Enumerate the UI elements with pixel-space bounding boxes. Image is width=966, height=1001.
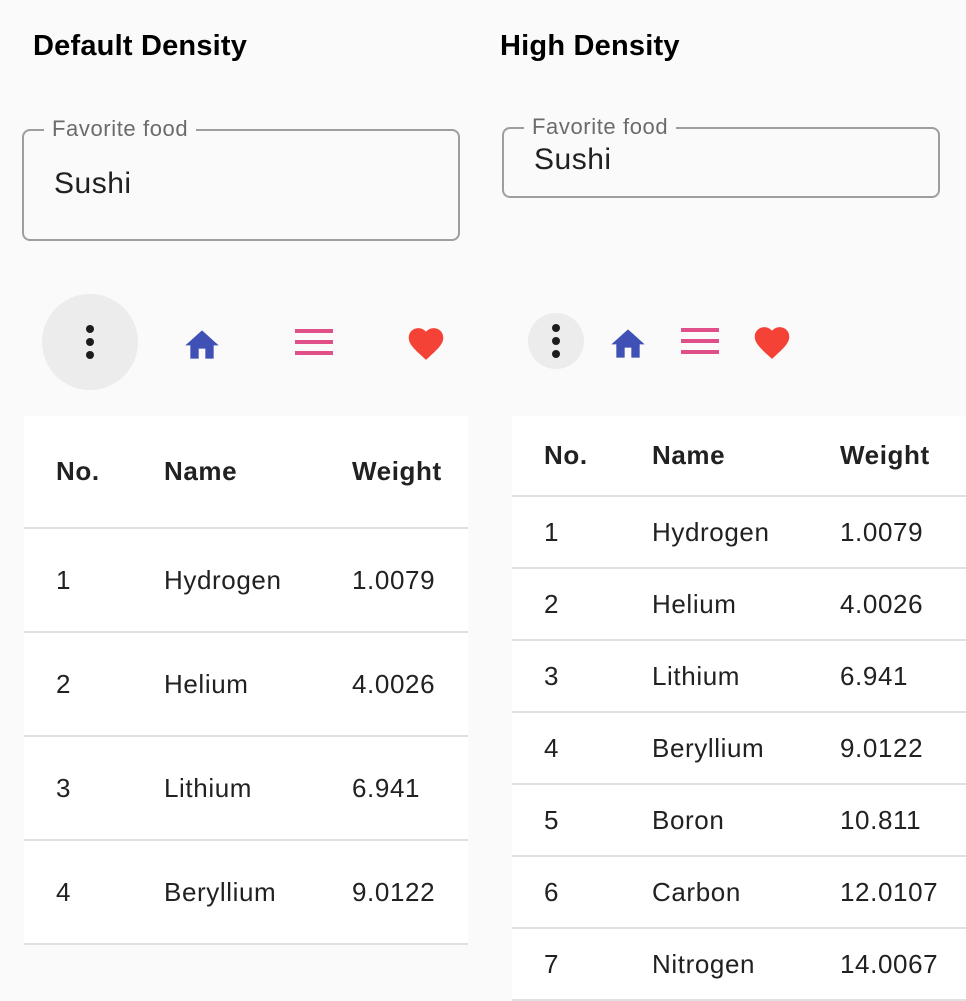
cell-weight: 10.811 <box>840 784 966 857</box>
favorite-food-input[interactable] <box>534 143 922 177</box>
cell-name: Beryllium <box>652 712 840 785</box>
menu-button-high[interactable] <box>672 313 728 369</box>
more-vert-icon <box>552 324 560 358</box>
cell-weight: 4.0026 <box>352 632 468 737</box>
home-icon <box>185 330 219 359</box>
column-header-weight[interactable]: Weight <box>352 416 468 529</box>
table-row: 4 Beryllium 9.0122 <box>24 840 468 945</box>
cell-weight: 6.941 <box>352 736 468 841</box>
cell-name: Hydrogen <box>164 528 352 633</box>
table-row: 7 Nitrogen 14.0067 <box>512 928 966 1001</box>
favorite-button-default[interactable] <box>378 294 474 390</box>
table-row: 4 Beryllium 9.0122 <box>512 712 966 785</box>
favorite-food-field-default[interactable]: Favorite food <box>22 115 460 241</box>
cell-no: 2 <box>24 632 164 737</box>
cell-weight: 4.0026 <box>840 568 966 641</box>
elements-table-high: No. Name Weight 1 Hydrogen 1.0079 2 Heli… <box>512 416 966 1001</box>
cell-weight: 12.0107 <box>840 856 966 929</box>
table-row: 1 Hydrogen 1.0079 <box>512 496 966 569</box>
table-row: 3 Lithium 6.941 <box>24 736 468 841</box>
home-button-default[interactable] <box>154 294 250 390</box>
cell-no: 5 <box>512 784 652 857</box>
table-row: 2 Helium 4.0026 <box>512 568 966 641</box>
favorite-food-label: Favorite food <box>524 113 677 141</box>
favorite-food-label: Favorite food <box>44 115 197 143</box>
cell-no: 4 <box>512 712 652 785</box>
cell-weight: 14.0067 <box>840 928 966 1001</box>
cell-no: 6 <box>512 856 652 929</box>
more-button-high[interactable] <box>528 313 584 369</box>
section-title-default: Default Density <box>33 30 248 62</box>
cell-weight: 6.941 <box>840 640 966 713</box>
heart-icon <box>408 328 444 360</box>
favorite-food-field-high[interactable]: Favorite food <box>502 113 940 198</box>
column-header-name[interactable]: Name <box>164 416 352 529</box>
cell-weight: 9.0122 <box>352 840 468 945</box>
cell-name: Lithium <box>652 640 840 713</box>
elements-table-default: No. Name Weight 1 Hydrogen 1.0079 2 Heli… <box>24 416 468 945</box>
table-row: 2 Helium 4.0026 <box>24 632 468 737</box>
cell-name: Beryllium <box>164 840 352 945</box>
cell-no: 3 <box>512 640 652 713</box>
cell-weight: 1.0079 <box>352 528 468 633</box>
cell-name: Hydrogen <box>652 496 840 569</box>
cell-name: Carbon <box>652 856 840 929</box>
cell-name: Nitrogen <box>652 928 840 1001</box>
more-button-default[interactable] <box>42 294 138 390</box>
cell-no: 4 <box>24 840 164 945</box>
cell-name: Helium <box>164 632 352 737</box>
table-row: 3 Lithium 6.941 <box>512 640 966 713</box>
column-header-weight[interactable]: Weight <box>840 416 966 497</box>
table-header-row: No. Name Weight <box>512 416 966 497</box>
cell-no: 1 <box>24 528 164 633</box>
cell-weight: 9.0122 <box>840 712 966 785</box>
cell-no: 1 <box>512 496 652 569</box>
more-vert-icon <box>86 325 94 359</box>
table-row: 6 Carbon 12.0107 <box>512 856 966 929</box>
heart-icon <box>754 327 790 359</box>
table-row: 1 Hydrogen 1.0079 <box>24 528 468 633</box>
menu-button-default[interactable] <box>266 294 362 390</box>
table-row: 5 Boron 10.811 <box>512 784 966 857</box>
home-button-high[interactable] <box>600 313 656 369</box>
menu-icon <box>295 329 333 355</box>
menu-icon <box>681 328 719 354</box>
cell-name: Boron <box>652 784 840 857</box>
cell-no: 7 <box>512 928 652 1001</box>
cell-no: 3 <box>24 736 164 841</box>
section-title-high: High Density <box>500 30 680 62</box>
cell-name: Helium <box>652 568 840 641</box>
column-header-no[interactable]: No. <box>24 416 164 529</box>
cell-no: 2 <box>512 568 652 641</box>
table-header-row: No. Name Weight <box>24 416 468 529</box>
home-icon <box>611 329 645 358</box>
cell-weight: 1.0079 <box>840 496 966 569</box>
cell-name: Lithium <box>164 736 352 841</box>
favorite-food-input[interactable] <box>54 167 442 201</box>
column-header-no[interactable]: No. <box>512 416 652 497</box>
favorite-button-high[interactable] <box>744 313 800 369</box>
column-header-name[interactable]: Name <box>652 416 840 497</box>
